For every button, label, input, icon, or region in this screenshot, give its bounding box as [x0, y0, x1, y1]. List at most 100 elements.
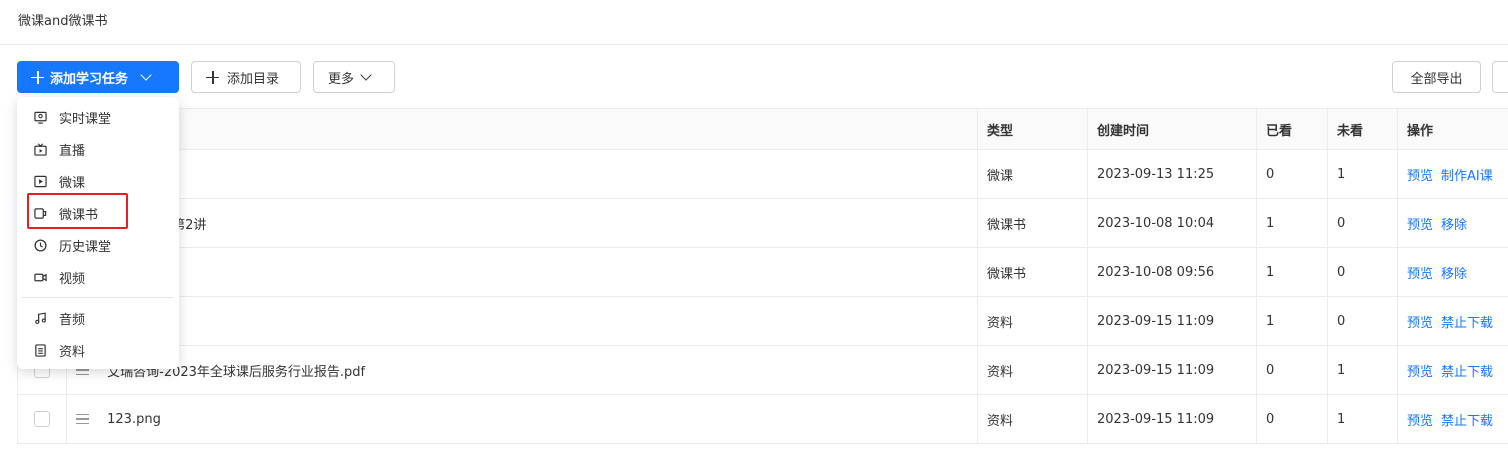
more-button[interactable]: 更多 [313, 61, 395, 93]
row-name-cell: 123.png [66, 394, 978, 444]
row-type: 微课书 [977, 198, 1088, 248]
music-note-icon [35, 311, 46, 324]
chevron-down-icon [140, 69, 152, 81]
row-name-cell: 就是微课书第2讲 [66, 198, 978, 248]
menu-item-live[interactable]: 直播 [17, 133, 179, 165]
add-directory-button[interactable]: 添加目录 [191, 61, 301, 93]
drag-handle-icon[interactable] [76, 411, 89, 428]
table-header-row: 类型 创建时间 已看 未看 操作 [17, 108, 1508, 150]
row-seen-count[interactable]: 0 [1256, 394, 1328, 444]
menu-item-live-class[interactable]: 实时课堂 [17, 101, 179, 133]
row-type: 微课书 [977, 247, 1088, 297]
row-action-link[interactable]: 预览 [1407, 365, 1433, 380]
menu-item-document[interactable]: 资料 [17, 334, 179, 366]
plus-icon [206, 70, 219, 84]
row-action-link[interactable]: 预览 [1407, 267, 1433, 282]
row-type: 资料 [977, 296, 1088, 346]
tv-icon [34, 142, 47, 156]
row-action-link[interactable]: 预览 [1407, 414, 1433, 429]
table-body: 5讲 微课 2023-09-13 11:25 0 1 预览制作AI课 就是微课书… [17, 149, 1508, 444]
row-action-link[interactable]: 预览 [1407, 316, 1433, 331]
add-directory-label: 添加目录 [227, 71, 280, 87]
more-label: 更多 [328, 71, 355, 87]
row-seen-count[interactable]: 1 [1256, 198, 1328, 248]
highlight-annotation-box [27, 193, 128, 229]
header-created-time: 创建时间 [1087, 108, 1257, 150]
row-action-link[interactable]: 预览 [1407, 218, 1433, 233]
row-name: 123.png [107, 411, 161, 427]
row-operations: 预览 禁止下载 [1397, 296, 1508, 346]
row-unseen-count[interactable]: 0 [1327, 247, 1398, 297]
document-icon [35, 343, 46, 357]
row-type: 资料 [977, 394, 1088, 444]
menu-item-video[interactable]: 视频 [17, 261, 179, 293]
row-unseen-count[interactable]: 1 [1327, 394, 1398, 444]
header-name-cell [66, 108, 978, 150]
row-unseen-count[interactable]: 0 [1327, 296, 1398, 346]
row-created-time: 2023-10-08 09:56 [1087, 247, 1257, 297]
header-operations: 操作 [1397, 108, 1508, 150]
row-name-cell: 艾瑞咨询-2023年全球课后服务行业报告.pdf [66, 345, 978, 395]
add-learning-task-button[interactable]: 添加学习任务 [17, 61, 179, 93]
task-table: 类型 创建时间 已看 未看 操作 5讲 微课 2023-09-13 11:25 … [17, 108, 1508, 444]
row-operations: 预览 移除 [1397, 198, 1508, 248]
clock-icon [34, 238, 47, 252]
row-seen-count[interactable]: 0 [1256, 345, 1328, 395]
overflow-button[interactable] [1492, 61, 1508, 93]
row-action-link[interactable]: 预览 [1407, 169, 1433, 184]
menu-item-label: 历史课堂 [59, 239, 112, 255]
chevron-down-icon [360, 69, 372, 81]
header-seen: 已看 [1256, 108, 1328, 150]
row-unseen-count[interactable]: 1 [1327, 149, 1398, 199]
add-task-dropdown-menu: 实时课堂 直播 微课 微课书 历史课堂 视频 音频 资料 [17, 97, 179, 369]
breadcrumb: 微课and微课书 [18, 14, 108, 29]
row-action-link[interactable]: 移除 [1441, 218, 1467, 233]
row-operations: 预览 禁止下载 [1397, 394, 1508, 444]
row-action-link[interactable]: 移除 [1441, 267, 1467, 282]
row-created-time: 2023-09-15 11:09 [1087, 345, 1257, 395]
row-created-time: 2023-09-15 11:09 [1087, 296, 1257, 346]
menu-item-audio[interactable]: 音频 [17, 302, 179, 334]
row-operations: 预览 禁止下载 [1397, 345, 1508, 395]
row-created-time: 2023-09-13 11:25 [1087, 149, 1257, 199]
row-checkbox-cell [17, 394, 67, 444]
row-checkbox[interactable] [34, 411, 50, 427]
table-row: 第1讲 微课书 2023-10-08 09:56 1 0 预览移除 [17, 247, 1508, 297]
menu-item-label: 直播 [59, 143, 86, 159]
row-seen-count[interactable]: 0 [1256, 149, 1328, 199]
table-row: 资料 2023-09-15 11:09 1 0 预览 禁止下载 [17, 296, 1508, 346]
play-square-icon [34, 175, 47, 187]
export-all-button[interactable]: 全部导出 [1392, 61, 1481, 93]
menu-item-label: 微课 [59, 175, 86, 191]
export-all-label: 全部导出 [1410, 71, 1463, 87]
video-camera-icon [34, 273, 47, 281]
menu-item-history-class[interactable]: 历史课堂 [17, 229, 179, 261]
header-unseen: 未看 [1327, 108, 1398, 150]
row-seen-count[interactable]: 1 [1256, 247, 1328, 297]
row-name-cell [66, 296, 978, 346]
row-action-link[interactable]: 制作AI课 [1441, 169, 1493, 184]
plus-icon [31, 70, 44, 84]
table-row: 艾瑞咨询-2023年全球课后服务行业报告.pdf 资料 2023-09-15 1… [17, 345, 1508, 395]
live-class-icon [34, 111, 47, 124]
row-type: 资料 [977, 345, 1088, 395]
header-type: 类型 [977, 108, 1088, 150]
header-divider [0, 44, 1508, 45]
menu-item-label: 资料 [59, 344, 86, 360]
row-seen-count[interactable]: 1 [1256, 296, 1328, 346]
row-action-link[interactable]: 禁止下载 [1441, 316, 1493, 331]
row-operations: 预览 制作AI课 [1397, 149, 1508, 199]
table-row: 123.png 资料 2023-09-15 11:09 0 1 预览 禁止下载 [17, 394, 1508, 444]
row-name-cell: 第1讲 [66, 247, 978, 297]
row-action-link[interactable]: 禁止下载 [1441, 414, 1493, 429]
row-type: 微课 [977, 149, 1088, 199]
row-unseen-count[interactable]: 1 [1327, 345, 1398, 395]
row-unseen-count[interactable]: 0 [1327, 198, 1398, 248]
menu-item-label: 音频 [59, 312, 86, 328]
table-row: 就是微课书第2讲 微课书 2023-10-08 10:04 1 0 预览移除 [17, 198, 1508, 248]
row-action-link[interactable]: 禁止下载 [1441, 365, 1493, 380]
row-created-time: 2023-10-08 10:04 [1087, 198, 1257, 248]
row-operations: 预览 移除 [1397, 247, 1508, 297]
table-row: 5讲 微课 2023-09-13 11:25 0 1 预览制作AI课 [17, 149, 1508, 199]
menu-divider [22, 297, 174, 298]
